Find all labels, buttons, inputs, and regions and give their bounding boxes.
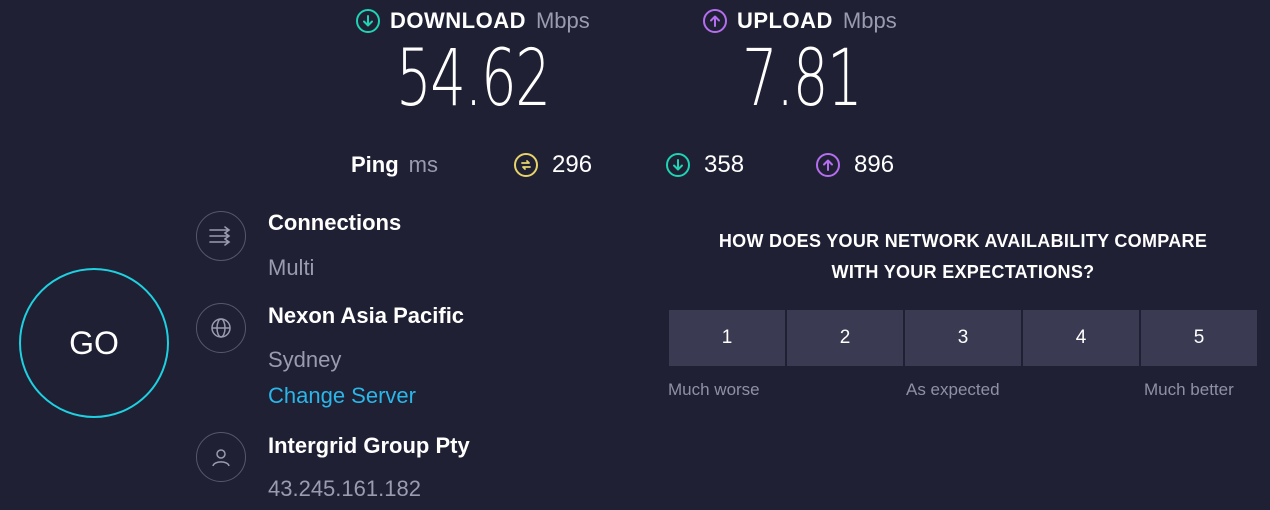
download-icon: [666, 153, 690, 177]
survey-question-line2: WITH YOUR EXPECTATIONS?: [831, 262, 1095, 282]
server-name: Nexon Asia Pacific: [268, 303, 465, 328]
rating-option-1[interactable]: 1: [669, 310, 785, 366]
download-icon: [356, 9, 380, 33]
ping-upload-value: 896: [854, 151, 895, 178]
rating-options: 1 2 3 4 5: [669, 310, 1257, 366]
go-button-label: GO: [69, 324, 119, 361]
ping-idle: 296: [514, 151, 592, 179]
download-header: DOWNLOAD Mbps: [356, 8, 590, 34]
download-speed-value: 54.62: [396, 34, 551, 124]
rating-option-4[interactable]: 4: [1023, 310, 1139, 366]
upload-header: UPLOAD Mbps: [703, 8, 897, 34]
ping-idle-icon: [514, 153, 538, 177]
connections-icon: [196, 211, 246, 261]
provider-ip: 43.245.161.182: [268, 476, 421, 501]
connections-value: Multi: [268, 255, 315, 280]
download-unit: Mbps: [535, 8, 590, 33]
rating-option-2[interactable]: 2: [787, 310, 903, 366]
upload-speed-value: 7.81: [742, 34, 863, 124]
connections-title: Connections: [268, 210, 402, 235]
upload-icon: [816, 153, 840, 177]
ping-label: Ping: [351, 152, 399, 177]
provider-name: Intergrid Group Pty: [268, 433, 470, 458]
rating-option-5[interactable]: 5: [1141, 310, 1257, 366]
rating-caption-mid: As expected: [906, 380, 1000, 399]
survey-question-line1: HOW DOES YOUR NETWORK AVAILABILITY COMPA…: [718, 231, 1208, 251]
ping-idle-value: 296: [552, 151, 593, 178]
ping-download: 358: [666, 151, 744, 179]
rating-caption-low: Much worse: [668, 380, 760, 399]
rating-caption-high: Much better: [1144, 380, 1234, 399]
go-button[interactable]: GO: [19, 268, 169, 418]
survey-question: HOW DOES YOUR NETWORK AVAILABILITY COMPA…: [670, 226, 1256, 288]
upload-label: UPLOAD: [737, 8, 833, 33]
ping-upload: 896: [816, 151, 894, 179]
upload-unit: Mbps: [842, 8, 897, 33]
globe-icon: [196, 303, 246, 353]
ping-label-group: Ping ms: [351, 152, 438, 178]
change-server-link[interactable]: Change Server: [268, 383, 416, 409]
download-label: DOWNLOAD: [390, 8, 526, 33]
user-icon: [196, 432, 246, 482]
rating-option-3[interactable]: 3: [905, 310, 1021, 366]
upload-icon: [703, 9, 727, 33]
ping-unit: ms: [408, 152, 438, 177]
server-location: Sydney: [268, 347, 342, 372]
ping-download-value: 358: [704, 151, 745, 178]
